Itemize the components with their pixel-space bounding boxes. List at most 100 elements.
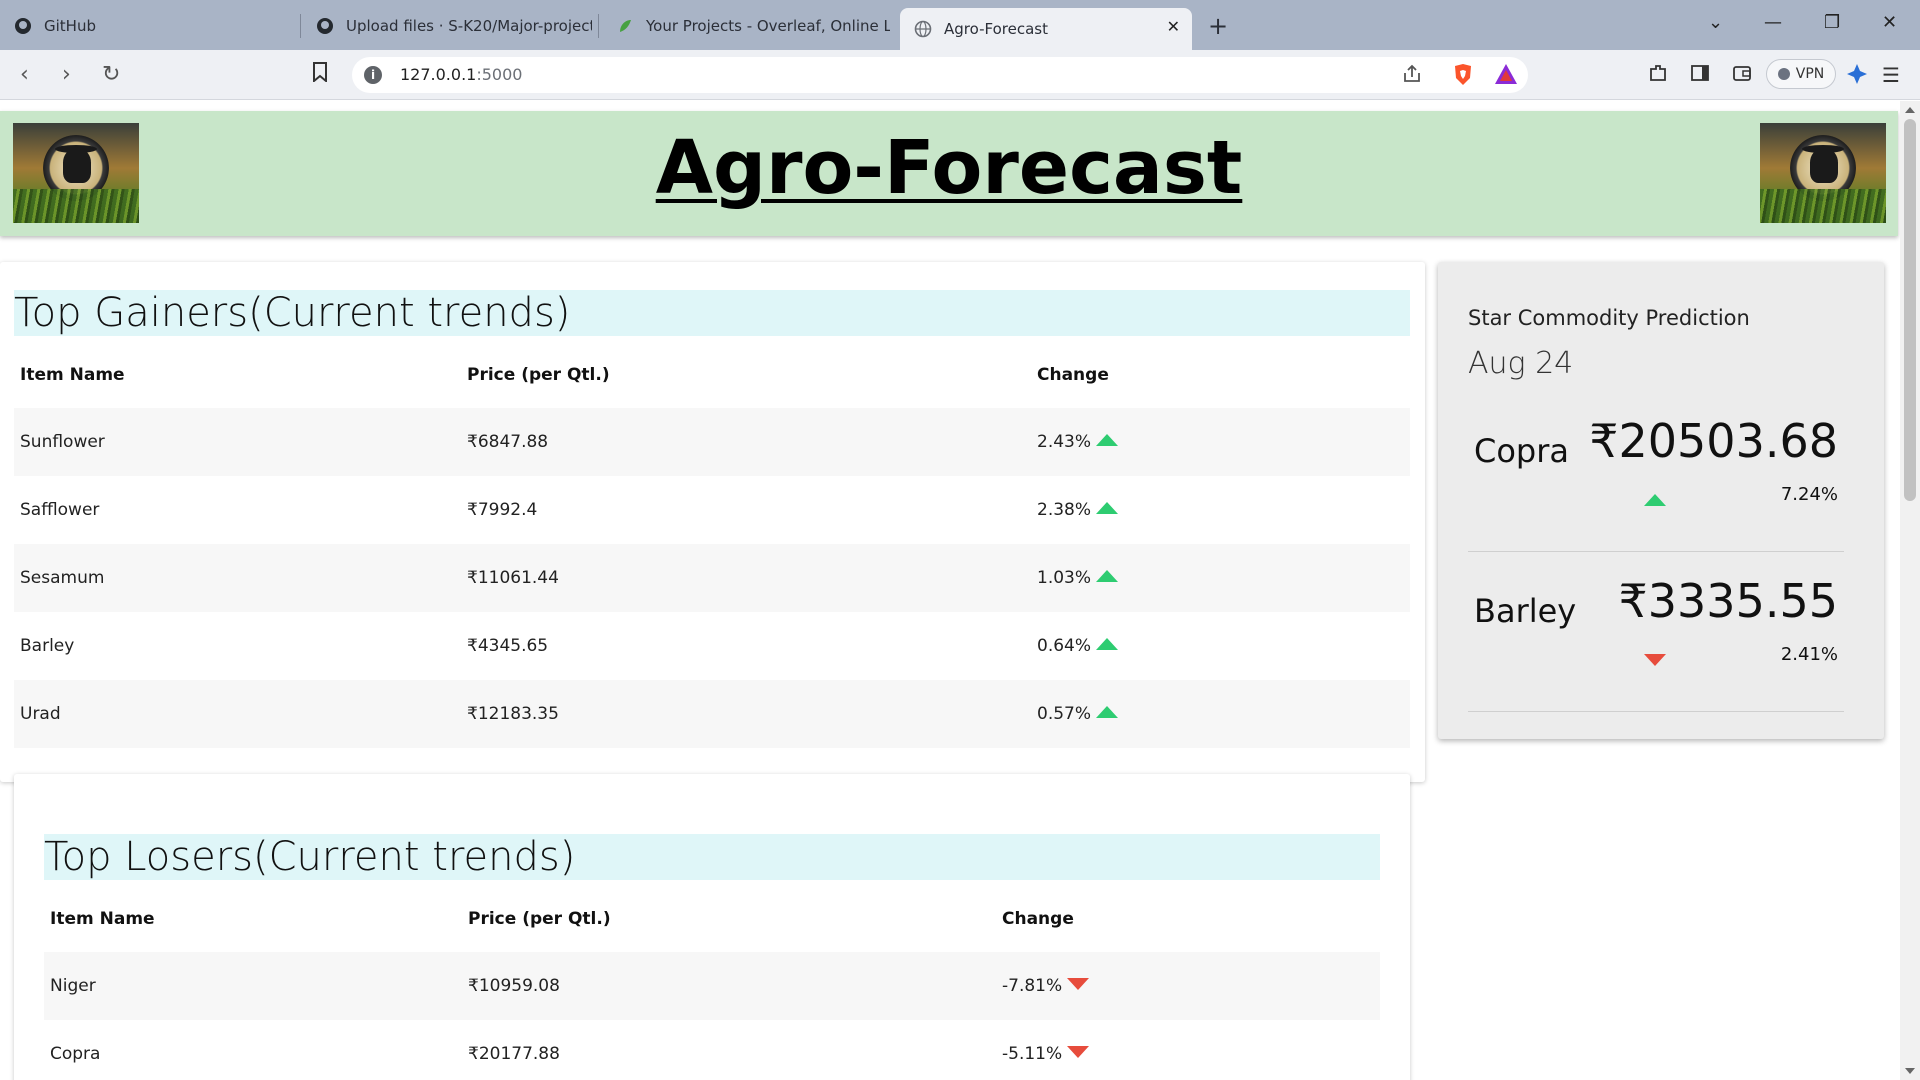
prediction-item-name: Barley (1474, 592, 1577, 630)
url-port: :5000 (476, 65, 523, 84)
site-title-text[interactable]: Agro-Forecast (656, 125, 1243, 211)
new-tab-plus-icon[interactable]: + (1208, 12, 1228, 40)
change-cell: -5.11% (996, 1020, 1380, 1080)
close-window-icon[interactable]: ✕ (1882, 12, 1897, 33)
prediction-item-change: 7.24% (1780, 484, 1838, 505)
item-name-cell: Barley (20, 636, 75, 656)
table-row: Urad ₹12183.35 0.57% (14, 680, 1410, 748)
table-row: Sesamum ₹11061.44 1.03% (14, 544, 1410, 612)
menu-hamburger-icon[interactable]: ☰ (1882, 63, 1900, 87)
item-name-cell: Niger (50, 976, 96, 996)
trend-up-icon (1644, 492, 1666, 511)
tab-github[interactable]: GitHub (0, 8, 290, 44)
price-cell: ₹20177.88 (468, 1044, 560, 1064)
globe-icon (914, 20, 932, 38)
prediction-item-price: ₹20503.68 (1589, 414, 1838, 468)
price-cell: ₹7992.4 (467, 500, 538, 520)
overleaf-icon (616, 17, 634, 35)
change-value: -7.81% (1002, 976, 1063, 996)
tab-label: Upload files · S-K20/Major-project- (346, 17, 592, 35)
forward-icon[interactable]: › (62, 62, 71, 87)
price-cell: ₹6847.88 (467, 432, 549, 452)
tab-upload-files[interactable]: Upload files · S-K20/Major-project- (302, 8, 592, 44)
table-row: Niger ₹10959.08 -7.81% (44, 952, 1380, 1020)
site-info-icon[interactable]: i (364, 66, 382, 84)
vpn-button[interactable]: VPN (1766, 59, 1836, 89)
column-header-price: Price (per Qtl.) (467, 365, 610, 385)
share-icon[interactable] (1402, 64, 1422, 89)
table-header-row: Item Name Price (per Qtl.) Change (14, 342, 1410, 408)
trend-down-icon (1067, 978, 1090, 990)
item-name-cell: Sesamum (20, 568, 105, 588)
table-row: Barley ₹4345.65 0.64% (14, 612, 1410, 680)
change-value: 1.03% (1037, 568, 1092, 588)
close-tab-icon[interactable]: ✕ (1167, 17, 1180, 36)
browser-tab-strip: GitHub Upload files · S-K20/Major-projec… (0, 0, 1920, 50)
tab-search-chevron-icon[interactable]: ⌄ (1708, 12, 1723, 33)
trend-down-icon (1067, 1046, 1090, 1058)
brave-rewards-icon[interactable] (1494, 63, 1518, 90)
browser-toolbar: ‹ › ↻ i 127.0.0.1:5000 VPN ☰ (0, 50, 1920, 100)
trend-up-icon (1096, 638, 1119, 650)
change-value: 2.38% (1037, 500, 1092, 520)
url-host: 127.0.0.1 (400, 65, 477, 84)
vpn-status-icon (1777, 68, 1790, 80)
restore-icon[interactable]: ❐ (1824, 12, 1840, 33)
url-text[interactable]: 127.0.0.1:5000 (400, 65, 522, 84)
minimize-icon[interactable]: — (1764, 12, 1782, 33)
brave-shields-icon[interactable] (1452, 63, 1474, 92)
prediction-item-name: Copra (1474, 432, 1569, 470)
top-gainers-card: Top Gainers(Current trends) Item Name Pr… (0, 262, 1425, 782)
change-cell: 2.38% (1031, 476, 1410, 544)
extension-puzzle-star-icon[interactable] (1846, 63, 1868, 90)
column-header-item-name: Item Name (20, 365, 125, 385)
item-name-cell: Urad (20, 704, 61, 724)
star-commodity-card: Star Commodity Prediction Aug 24 Copra ₹… (1438, 262, 1884, 739)
site-title[interactable]: Agro-Forecast (0, 125, 1898, 211)
back-icon[interactable]: ‹ (20, 62, 29, 87)
table-row: Safflower ₹7992.4 2.38% (14, 476, 1410, 544)
change-value: 0.64% (1037, 636, 1092, 656)
top-gainers-table: Item Name Price (per Qtl.) Change Sunflo… (14, 342, 1410, 748)
sidebar-icon[interactable] (1690, 63, 1710, 88)
item-name-cell: Copra (50, 1044, 101, 1064)
github-icon (14, 17, 32, 35)
price-cell: ₹12183.35 (467, 704, 559, 724)
scroll-down-arrow-icon[interactable] (1905, 1068, 1915, 1074)
change-cell: 0.57% (1031, 680, 1410, 748)
column-header-item-name: Item Name (50, 909, 155, 929)
table-row: Sunflower ₹6847.88 2.43% (14, 408, 1410, 476)
top-losers-title: Top Losers(Current trends) (44, 834, 1380, 880)
tab-overleaf[interactable]: Your Projects - Overleaf, Online LaTe (602, 8, 890, 44)
tab-separator (598, 14, 599, 38)
tab-label: Your Projects - Overleaf, Online LaTe (646, 17, 890, 35)
page-viewport: Agro-Forecast Top Gainers(Current trends… (0, 101, 1900, 1080)
page-scrollbar[interactable] (1900, 101, 1920, 1080)
price-cell: ₹4345.65 (467, 636, 549, 656)
extensions-icon[interactable] (1648, 63, 1668, 88)
trend-down-icon (1644, 652, 1666, 671)
tab-separator (300, 14, 301, 38)
item-name-cell: Safflower (20, 500, 100, 520)
reload-icon[interactable]: ↻ (102, 62, 120, 87)
wallet-icon[interactable] (1732, 63, 1752, 88)
tab-agro-forecast[interactable]: Agro-Forecast ✕ (900, 8, 1192, 50)
column-header-change: Change (1037, 365, 1109, 385)
trend-up-icon (1096, 502, 1119, 514)
scroll-up-arrow-icon[interactable] (1905, 107, 1915, 113)
prediction-item-change: 2.41% (1780, 644, 1838, 665)
top-losers-table: Item Name Price (per Qtl.) Change Niger … (44, 886, 1380, 1080)
prediction-item-price: ₹3335.55 (1618, 574, 1839, 628)
trend-up-icon (1096, 570, 1119, 582)
scrollbar-thumb[interactable] (1904, 119, 1916, 501)
column-header-change: Change (1002, 909, 1074, 929)
tab-label: Agro-Forecast (944, 20, 1048, 38)
top-gainers-title: Top Gainers(Current trends) (14, 290, 1410, 336)
bookmark-icon[interactable] (312, 62, 328, 87)
change-value: 2.43% (1037, 432, 1092, 452)
top-losers-card: Top Losers(Current trends) Item Name Pri… (14, 774, 1410, 1080)
farmer-logo-right (1760, 123, 1886, 223)
change-cell: 2.43% (1031, 408, 1410, 476)
table-header-row: Item Name Price (per Qtl.) Change (44, 886, 1380, 952)
address-bar[interactable]: i 127.0.0.1:5000 (352, 57, 1528, 93)
